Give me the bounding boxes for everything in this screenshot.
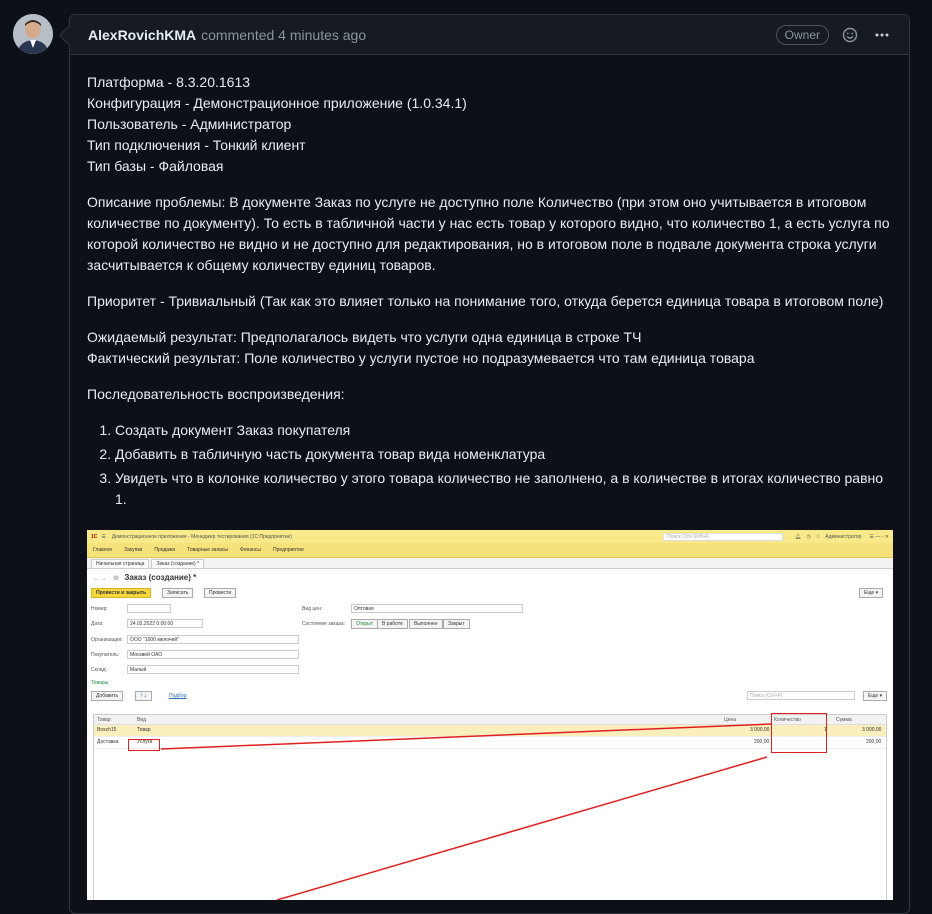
env-line: Тип подключения - Тонкий клиент — [87, 137, 306, 153]
steps-title: Последовательность воспроизведения: — [87, 386, 345, 402]
comment-body: Платформа - 8.3.20.1613 Конфигурация - Д… — [70, 55, 909, 510]
priority-text: Приоритет - Тривиальный (Так как это вли… — [87, 293, 884, 309]
annotation-arrows — [160, 723, 772, 900]
env-line: Тип базы - Файловая — [87, 158, 224, 174]
smiley-icon[interactable] — [839, 24, 861, 46]
author-name[interactable]: AlexRovichKMA — [88, 27, 196, 43]
env-line: Пользователь - Администратор — [87, 116, 292, 132]
problem-description: Описание проблемы: В документе Заказ по … — [87, 194, 890, 273]
attached-screenshot[interactable]: 1С ☰ Демонстрационное приложение - Менед… — [87, 530, 893, 900]
env-line: Платформа - 8.3.20.1613 — [87, 74, 251, 90]
expected-result: Ожидаемый результат: Предполагалось виде… — [87, 329, 642, 345]
results: Ожидаемый результат: Предполагалось виде… — [87, 327, 893, 369]
step-item: Увидеть что в колонке количество у этого… — [115, 468, 893, 510]
comment-header: AlexRovichKMA commented 4 minutes ago Ow… — [70, 15, 909, 55]
step-item: Добавить в табличную часть документа тов… — [115, 444, 893, 465]
comment-timestamp[interactable]: commented 4 minutes ago — [201, 27, 366, 43]
steps-list: Создать документ Заказ покупателя Добави… — [87, 420, 893, 510]
author-avatar[interactable] — [13, 14, 53, 54]
owner-badge: Owner — [775, 24, 829, 45]
actual-result: Фактический результат: Поле количество у… — [87, 350, 755, 366]
environment-info: Платформа - 8.3.20.1613 Конфигурация - Д… — [87, 72, 893, 177]
step-item: Создать документ Заказ покупателя — [115, 420, 893, 441]
env-line: Конфигурация - Демонстрационное приложен… — [87, 95, 467, 111]
comment-box: AlexRovichKMA commented 4 minutes ago Ow… — [69, 14, 910, 914]
kebab-icon[interactable] — [871, 24, 893, 46]
